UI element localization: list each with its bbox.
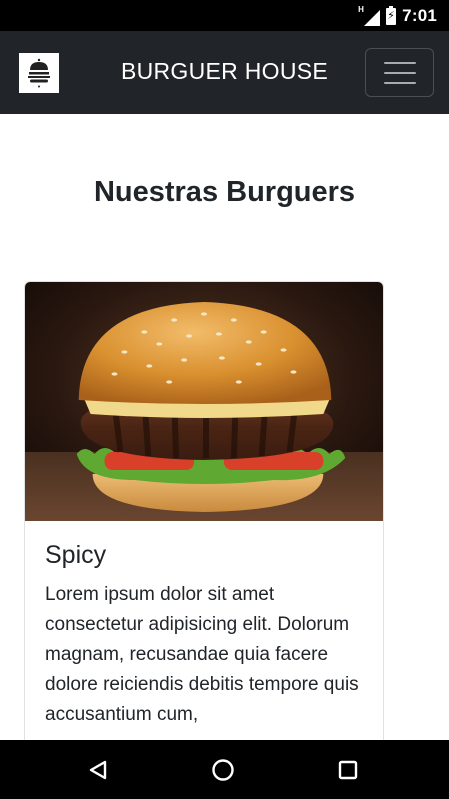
back-button[interactable] <box>68 740 128 799</box>
menu-toggle-button[interactable] <box>365 48 434 97</box>
product-card[interactable]: Spicy Lorem ipsum dolor sit amet consect… <box>24 281 384 781</box>
recent-apps-icon <box>338 760 358 779</box>
card-title: Spicy <box>45 541 107 569</box>
status-clock: 7:01 <box>402 6 437 25</box>
signal-icon: H <box>358 5 381 26</box>
status-icons: H ⚡ 7:01 <box>358 5 437 26</box>
home-icon <box>212 758 234 781</box>
recent-apps-button[interactable] <box>318 740 378 799</box>
home-button[interactable] <box>193 740 253 799</box>
hamburger-icon <box>383 61 416 64</box>
network-type-label: H <box>358 5 364 14</box>
back-icon <box>89 760 107 779</box>
navbar: BURGUER HOUSE <box>0 31 449 114</box>
system-navigation-bar <box>0 740 449 799</box>
card-body: Spicy Lorem ipsum dolor sit amet consect… <box>25 521 383 730</box>
status-bar: H ⚡ 7:01 <box>0 0 449 31</box>
card-description: Lorem ipsum dolor sit amet consectetur a… <box>45 584 359 725</box>
section-title: Nuestras Burguers <box>93 176 356 208</box>
burger-image <box>25 282 383 521</box>
battery-charging-icon: ⚡ <box>386 5 397 25</box>
